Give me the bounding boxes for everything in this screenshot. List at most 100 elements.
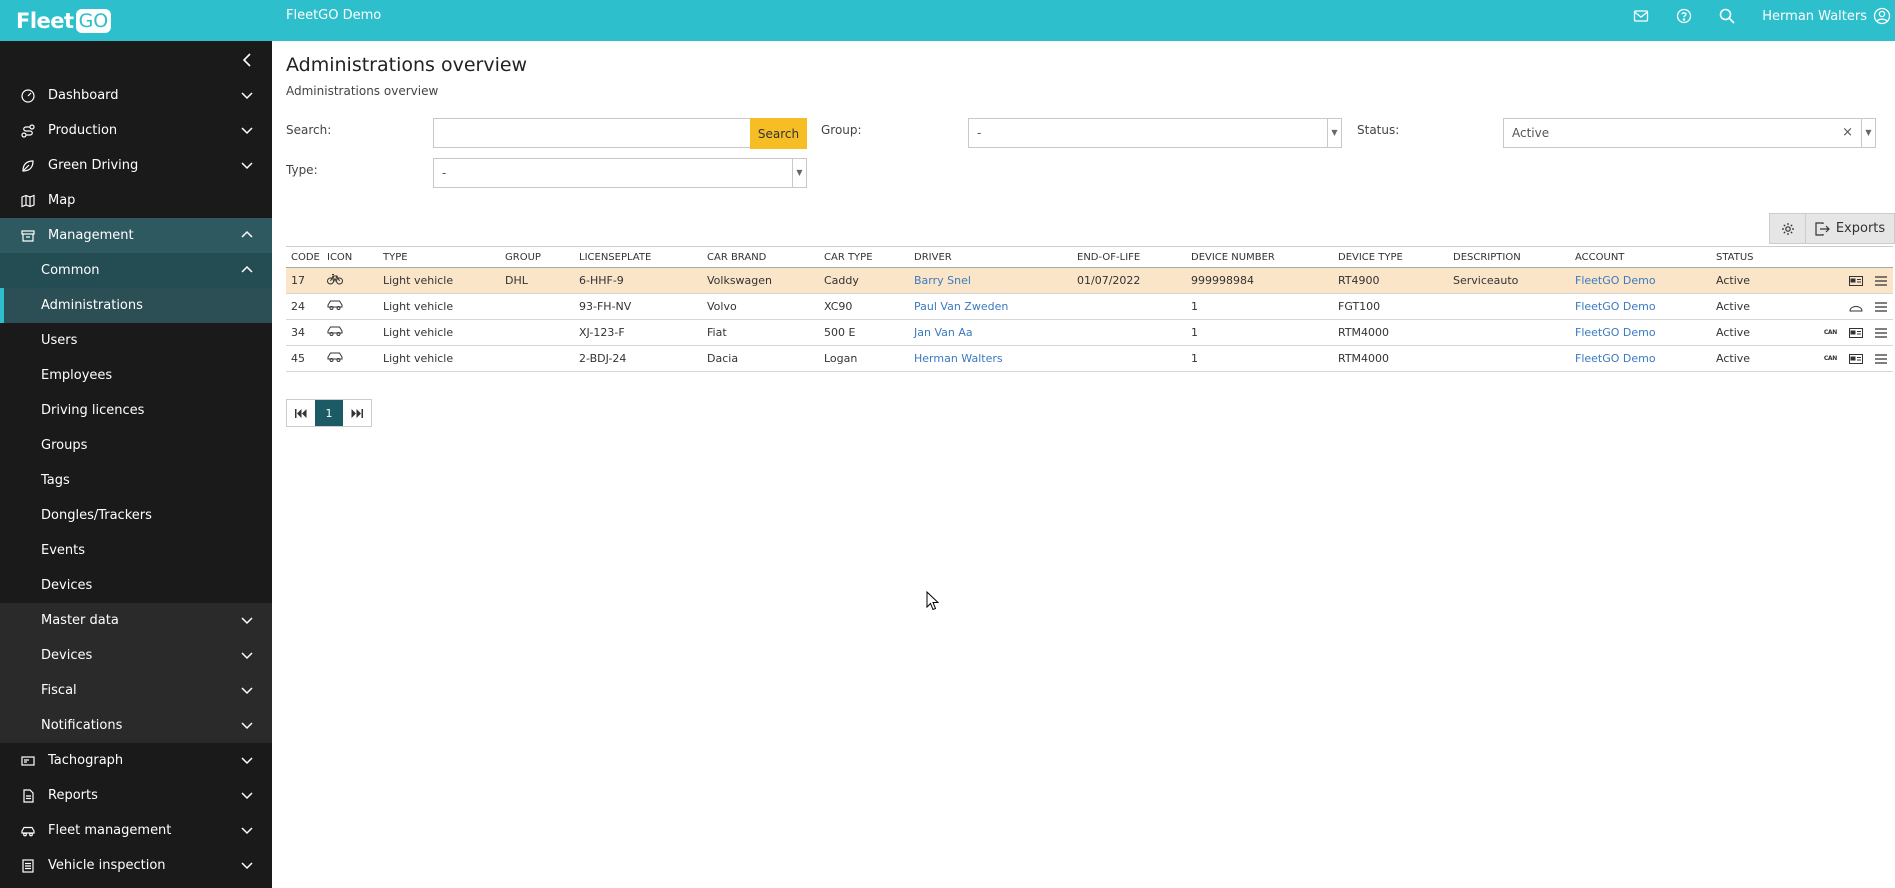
- sidebar-item-tags[interactable]: Tags: [0, 463, 272, 498]
- main-content: Administrations overview Administrations…: [272, 41, 1895, 888]
- sidebar-item-management[interactable]: Management: [0, 218, 272, 253]
- sidebar-item-users[interactable]: Users: [0, 323, 272, 358]
- cell-device-type: RTM4000: [1333, 345, 1448, 372]
- menu-icon[interactable]: [1875, 353, 1887, 364]
- account-link[interactable]: FleetGO Demo: [1570, 267, 1711, 294]
- driver-link[interactable]: Jan Van Aa: [909, 319, 1072, 346]
- sidebar-item-groups[interactable]: Groups: [0, 428, 272, 463]
- driver-link[interactable]: Herman Walters: [909, 345, 1072, 372]
- top-bar: Fleet GO FleetGO Demo Herman Walters: [0, 0, 1895, 41]
- sidebar-collapse[interactable]: [0, 41, 272, 78]
- column-header[interactable]: DEVICE NUMBER: [1186, 246, 1333, 268]
- table-row[interactable]: 45 Light vehicle 2-BDJ-24 Dacia Logan He…: [286, 345, 1893, 372]
- sidebar-item-dongles-trackers[interactable]: Dongles/Trackers: [0, 498, 272, 533]
- column-header[interactable]: ICON: [322, 246, 378, 268]
- sidebar-item-devices[interactable]: Devices: [0, 638, 272, 673]
- account-link[interactable]: FleetGO Demo: [1570, 293, 1711, 320]
- row-actions: [1798, 293, 1893, 320]
- row-actions: [1798, 267, 1893, 294]
- column-header[interactable]: ACCOUNT: [1570, 246, 1711, 268]
- sidebar-item-map[interactable]: Map: [0, 183, 272, 218]
- menu-icon[interactable]: [1875, 327, 1887, 338]
- leaf-icon: [20, 158, 36, 174]
- column-header[interactable]: CAR TYPE: [819, 246, 909, 268]
- table-row[interactable]: 17 Light vehicle DHL 6-HHF-9 Volkswagen …: [286, 267, 1893, 294]
- column-header[interactable]: END-OF-LIFE: [1072, 246, 1186, 268]
- exports-button[interactable]: Exports: [1806, 214, 1894, 243]
- sidebar-item-tachograph[interactable]: Tachograph: [0, 743, 272, 778]
- page-number-button[interactable]: 1: [315, 400, 343, 426]
- logo-badge: GO: [75, 8, 112, 33]
- table-row[interactable]: 24 Light vehicle 93-FH-NV Volvo XC90 Pau…: [286, 293, 1893, 320]
- sidebar: Dashboard Production Green Driving Map M…: [0, 41, 272, 888]
- cell-description: Serviceauto: [1448, 267, 1570, 294]
- settings-button[interactable]: [1770, 214, 1806, 243]
- column-header[interactable]: GROUP: [500, 246, 574, 268]
- menu-icon[interactable]: [1875, 301, 1887, 312]
- sidebar-item-vehicle-inspection[interactable]: Vehicle inspection: [0, 848, 272, 883]
- search-button[interactable]: Search: [750, 118, 807, 149]
- column-header[interactable]: LICENSEPLATE: [574, 246, 702, 268]
- id-card-icon[interactable]: [1849, 353, 1863, 364]
- sidebar-item-devices-common[interactable]: Devices: [0, 568, 272, 603]
- group-select[interactable]: - ▼: [968, 118, 1342, 148]
- cell-device-type: RTM4000: [1333, 319, 1448, 346]
- column-header[interactable]: CODE: [286, 246, 322, 268]
- sidebar-item-notifications[interactable]: Notifications: [0, 708, 272, 743]
- last-page-button[interactable]: [343, 400, 371, 426]
- cell-car-type: Logan: [819, 345, 909, 372]
- chevron-left-icon[interactable]: [242, 52, 252, 67]
- sidebar-item-label: Map: [48, 193, 76, 208]
- clear-icon[interactable]: ×: [1842, 119, 1853, 147]
- column-header[interactable]: DRIVER: [909, 246, 1072, 268]
- sidebar-item-label: Driving licences: [41, 403, 145, 418]
- cell-group: DHL: [500, 267, 574, 294]
- cell-device-number: 1: [1186, 319, 1333, 346]
- search-input[interactable]: [433, 118, 751, 148]
- sidebar-item-master-data[interactable]: Master data: [0, 603, 272, 638]
- driver-link[interactable]: Paul Van Zweden: [909, 293, 1072, 320]
- cell-status: Active: [1711, 267, 1798, 294]
- column-header[interactable]: DEVICE TYPE: [1333, 246, 1448, 268]
- chevron-down-icon: [241, 757, 253, 765]
- table-header-row: CODE ICON TYPE GROUP LICENSEPLATE CAR BR…: [286, 246, 1893, 268]
- sidebar-item-administrations[interactable]: Administrations: [0, 288, 272, 323]
- help-icon[interactable]: [1662, 0, 1705, 32]
- driver-link[interactable]: Barry Snel: [909, 267, 1072, 294]
- sidebar-item-green-driving[interactable]: Green Driving: [0, 148, 272, 183]
- fleetgo-logo[interactable]: Fleet GO: [0, 0, 272, 41]
- sidebar-item-events[interactable]: Events: [0, 533, 272, 568]
- account-link[interactable]: FleetGO Demo: [1570, 319, 1711, 346]
- menu-icon[interactable]: [1875, 275, 1887, 286]
- sidebar-item-common[interactable]: Common: [0, 253, 272, 288]
- tachograph-icon: [20, 753, 36, 769]
- account-link[interactable]: FleetGO Demo: [1570, 345, 1711, 372]
- sidebar-item-reports[interactable]: Reports: [0, 778, 272, 813]
- id-card-icon[interactable]: [1849, 275, 1863, 286]
- sidebar-item-employees[interactable]: Employees: [0, 358, 272, 393]
- car-icon: [20, 823, 36, 839]
- column-header[interactable]: TYPE: [378, 246, 500, 268]
- dongle-icon[interactable]: [1849, 302, 1863, 312]
- cell-group: [500, 345, 574, 372]
- sidebar-item-label: Tags: [41, 473, 70, 488]
- sidebar-item-fleet-management[interactable]: Fleet management: [0, 813, 272, 848]
- id-card-icon[interactable]: [1849, 327, 1863, 338]
- chevron-down-icon: [241, 652, 253, 660]
- mail-icon[interactable]: [1619, 0, 1662, 32]
- user-icon[interactable]: [1873, 7, 1891, 25]
- search-icon[interactable]: [1705, 0, 1748, 32]
- column-header[interactable]: STATUS: [1711, 246, 1798, 268]
- sidebar-item-dashboard[interactable]: Dashboard: [0, 78, 272, 113]
- sidebar-item-fiscal[interactable]: Fiscal: [0, 673, 272, 708]
- first-page-button[interactable]: [287, 400, 315, 426]
- table-row[interactable]: 34 Light vehicle XJ-123-F Fiat 500 E Jan…: [286, 319, 1893, 346]
- sidebar-item-production[interactable]: Production: [0, 113, 272, 148]
- sidebar-item-driving-licences[interactable]: Driving licences: [0, 393, 272, 428]
- type-select[interactable]: - ▼: [433, 158, 807, 188]
- column-header[interactable]: DESCRIPTION: [1448, 246, 1570, 268]
- column-header[interactable]: CAR BRAND: [702, 246, 819, 268]
- user-name[interactable]: Herman Walters: [1762, 9, 1867, 24]
- status-select[interactable]: Active × ▼: [1503, 118, 1876, 148]
- cell-status: Active: [1711, 345, 1798, 372]
